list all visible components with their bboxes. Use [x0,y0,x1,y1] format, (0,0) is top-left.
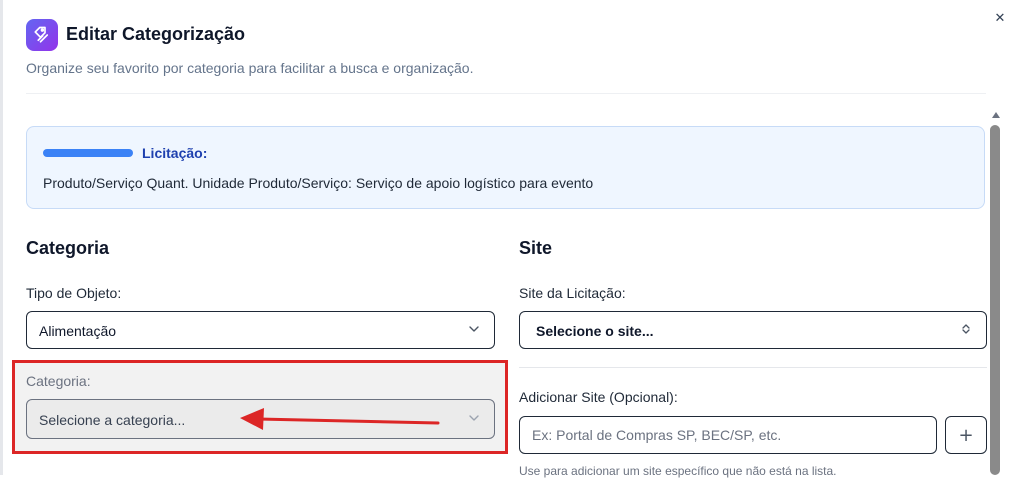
add-site-button[interactable]: + [945,416,987,454]
annotation-arrow [240,408,440,430]
categoria-section-title: Categoria [26,238,110,258]
tipo-objeto-select[interactable]: Alimentação [26,311,495,349]
dialog-subtitle: Organize seu favorito por categoria para… [26,60,474,76]
header-divider [26,93,986,94]
tag-icon [26,19,58,51]
site-select[interactable]: Selecione o site... [519,311,987,349]
tipo-objeto-value: Alimentação [39,323,117,339]
info-text: Produto/Serviço Quant. Unidade Produto/S… [43,175,594,191]
site-section-title: Site [519,238,553,258]
left-edge [0,0,3,475]
chevron-down-icon [469,415,479,421]
close-button[interactable]: ✕ [992,10,1008,26]
adicionar-site-label: Adicionar Site (Opcional): [519,389,678,405]
adicionar-site-input[interactable] [520,417,924,453]
chevrons-up-down-icon [962,324,970,334]
site-placeholder: Selecione o site... [536,323,654,339]
helper-text: Use para adicionar um site específico qu… [519,464,837,478]
plus-icon: + [958,424,974,446]
info-accent-bar [43,149,133,157]
categoria-label: Categoria: [26,373,91,389]
adicionar-site-field[interactable] [519,416,937,454]
close-icon: ✕ [994,10,1006,26]
scroll-up-arrow-icon[interactable] [992,112,1000,118]
dialog-title: Editar Categorização [66,24,246,44]
scrollbar-thumb[interactable] [990,125,1000,475]
site-licitacao-label: Site da Licitação: [519,285,626,301]
info-box: Licitação: Produto/Serviço Quant. Unidad… [26,126,985,209]
info-label: Licitação: [142,145,208,161]
categoria-placeholder: Selecione a categoria... [39,412,186,428]
site-divider [519,367,987,368]
scrollbar[interactable] [989,112,1001,475]
chevron-down-icon [469,326,479,332]
tipo-objeto-label: Tipo de Objeto: [26,285,122,301]
